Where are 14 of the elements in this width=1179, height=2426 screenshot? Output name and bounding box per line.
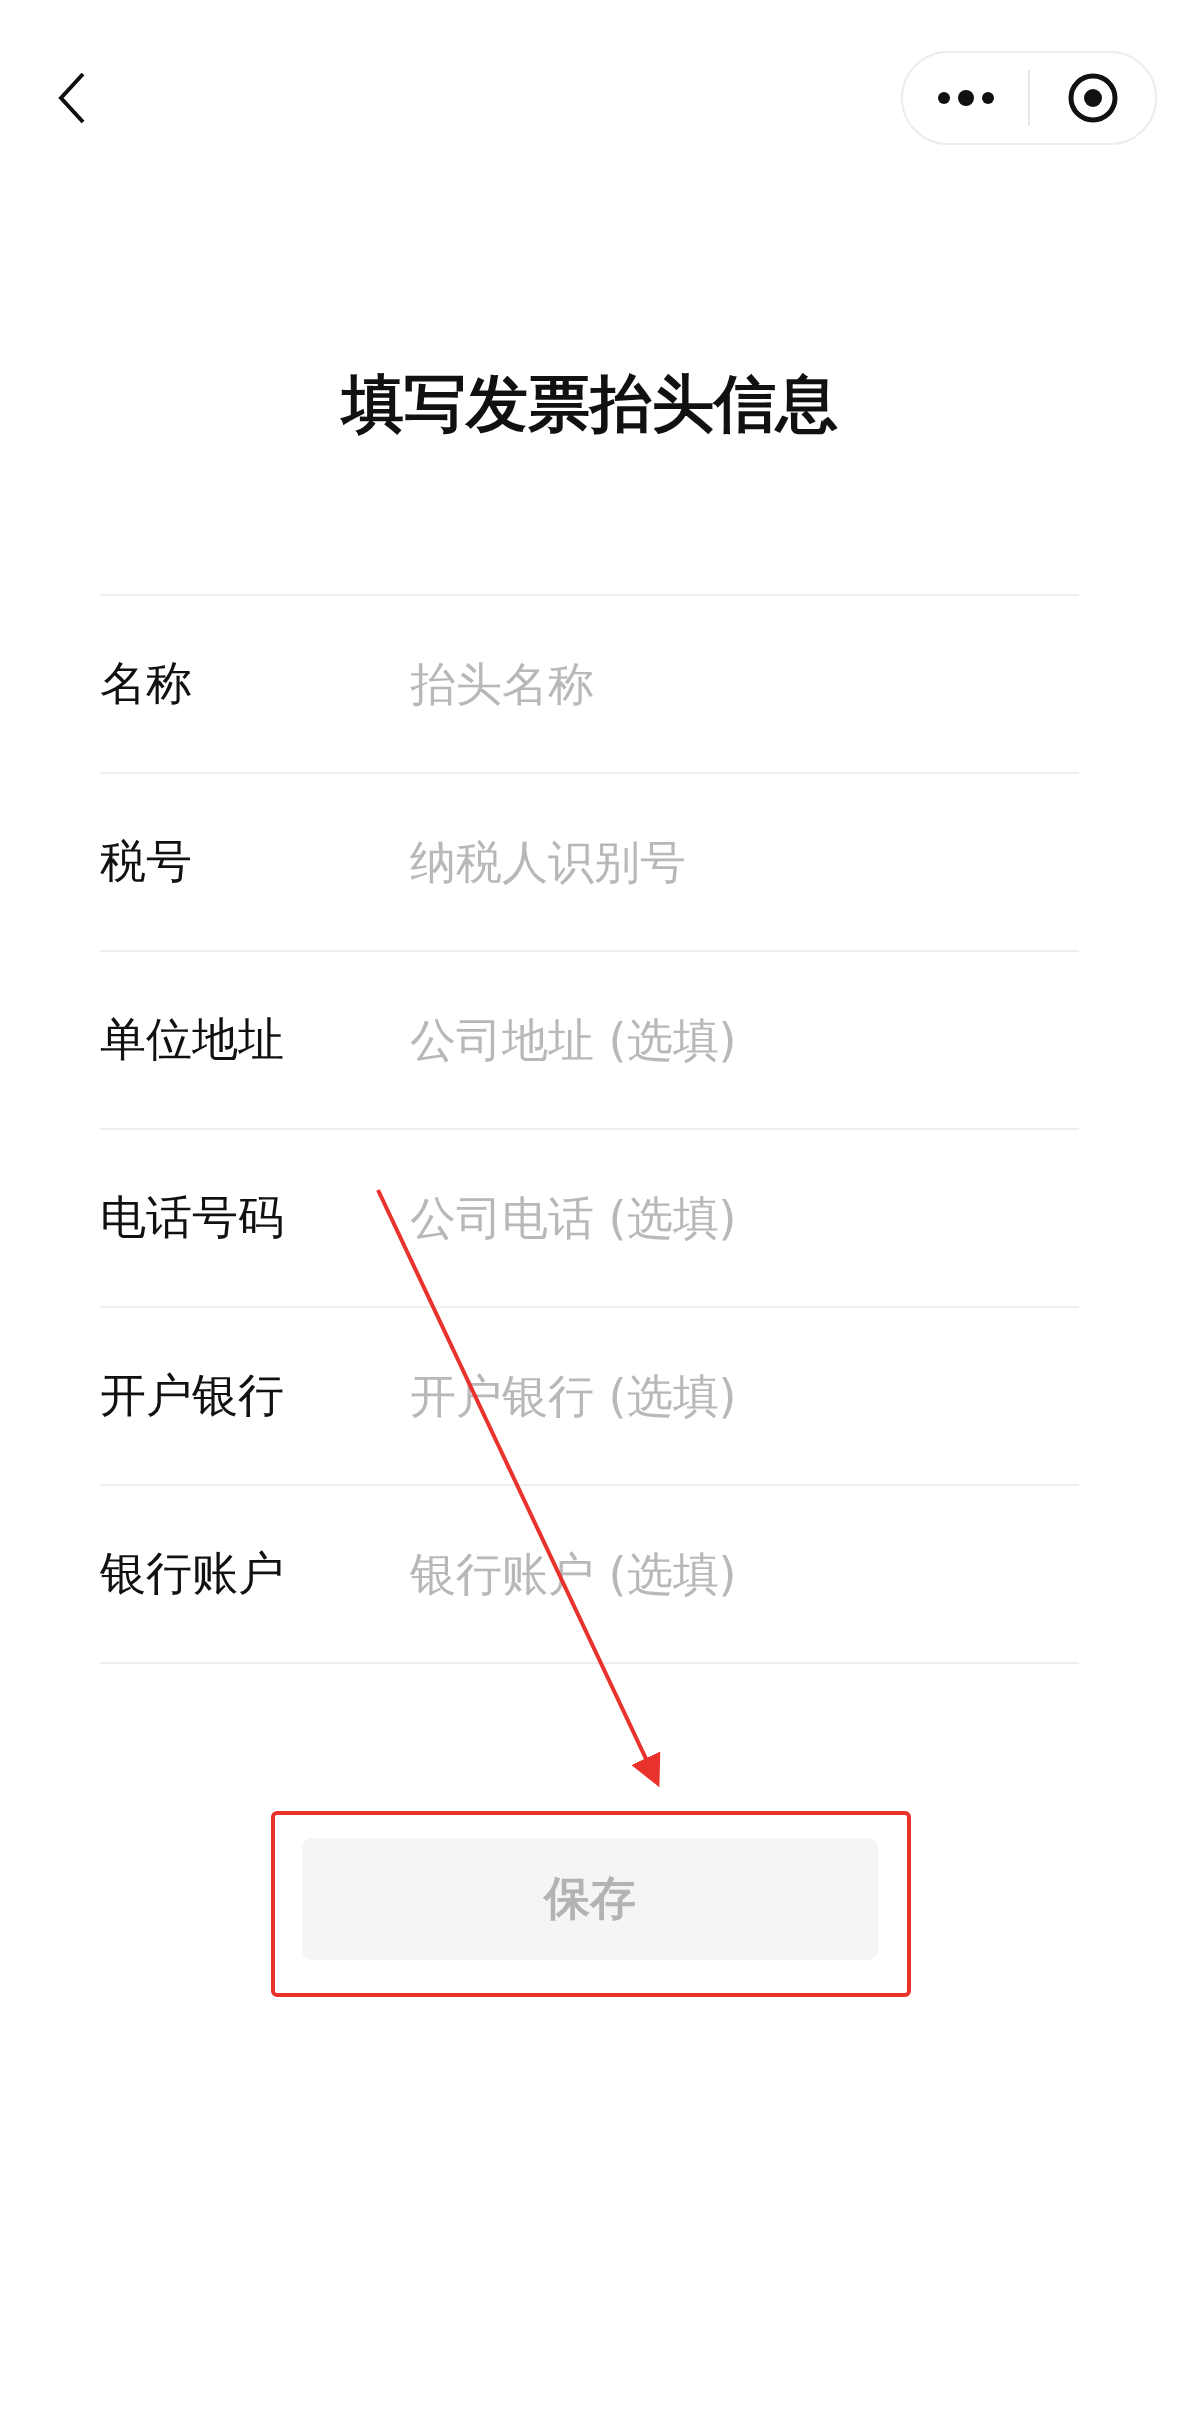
field-label: 银行账户 — [100, 1545, 285, 1602]
back-icon — [57, 72, 87, 124]
field-label: 单位地址 — [100, 1011, 285, 1068]
page-title: 填写发票抬头信息 — [339, 366, 839, 442]
more-icon — [936, 90, 995, 106]
input-field[interactable]: 纳税人识别号 — [410, 835, 1079, 889]
field-label: 名称 — [100, 655, 193, 712]
input-field[interactable]: 公司地址 (选填) — [410, 1013, 1079, 1067]
field-label: 电话号码 — [100, 1189, 285, 1246]
field-label: 税号 — [100, 833, 193, 890]
field-label: 开户银行 — [100, 1367, 285, 1424]
input-field[interactable]: 公司电话 (选填) — [410, 1191, 1079, 1245]
input-field[interactable]: 抬头名称 — [410, 657, 1079, 711]
target-icon — [1066, 72, 1119, 124]
